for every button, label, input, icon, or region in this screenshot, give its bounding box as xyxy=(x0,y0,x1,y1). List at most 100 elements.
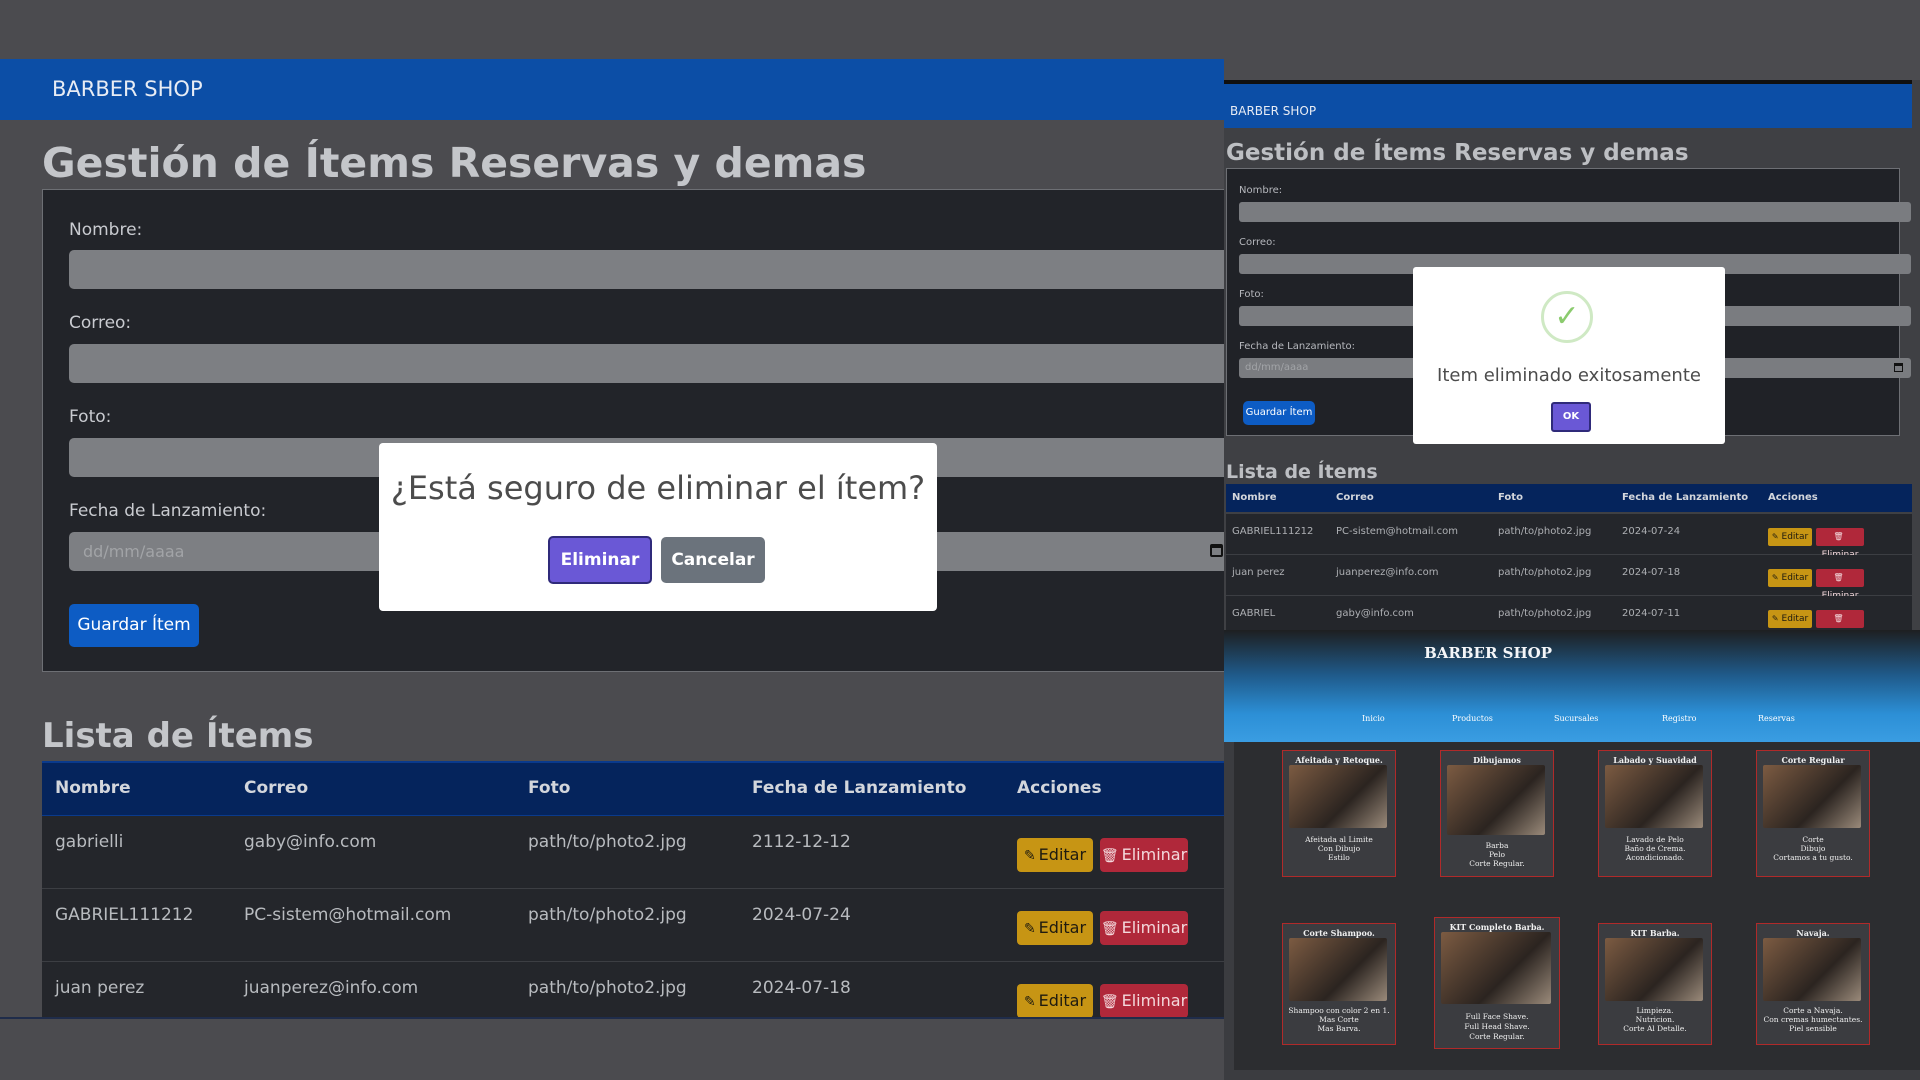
page-title: Gestión de Ítems Reservas y demas xyxy=(42,139,867,187)
cell-photo: path/to/photo2.jpg xyxy=(528,978,687,998)
table-row: juan perez juanperez@info.com path/to/ph… xyxy=(1226,555,1912,601)
col-name: Nombre xyxy=(55,778,131,798)
service-card[interactable]: Afeitada y Retoque. Afeitada al Limite C… xyxy=(1282,750,1396,877)
cell-photo: path/to/photo2.jpg xyxy=(1498,608,1592,619)
email-input[interactable] xyxy=(69,344,1224,383)
cell-name: GABRIEL111212 xyxy=(1232,526,1314,537)
navbar: BARBER SHOP xyxy=(0,59,1224,120)
date-placeholder: dd/mm/aaaa xyxy=(83,542,185,561)
cell-date: 2024-07-18 xyxy=(1622,567,1681,578)
list-title: Lista de Ítems xyxy=(42,716,314,756)
cell-name: GABRIEL111212 xyxy=(55,905,194,925)
cell-photo: path/to/photo2.jpg xyxy=(1498,526,1592,537)
cell-name: juan perez xyxy=(1232,567,1285,578)
cell-date: 2112-12-12 xyxy=(752,832,851,852)
service-card[interactable]: KIT Completo Barba. Full Face Shave. Ful… xyxy=(1434,917,1560,1049)
nav-registro[interactable]: Registro xyxy=(1662,714,1696,723)
pencil-icon: ✎ xyxy=(1023,848,1036,864)
save-item-button[interactable]: Guardar Ítem xyxy=(69,604,199,647)
list-title: Lista de Ítems xyxy=(1226,461,1378,483)
brand-link[interactable]: BARBER SHOP xyxy=(52,77,203,101)
confirm-question: ¿Está seguro de eliminar el ítem? xyxy=(390,469,926,507)
col-photo: Foto xyxy=(1498,492,1523,503)
table-row: GABRIEL111212 PC-sistem@hotmail.com path… xyxy=(42,889,1224,962)
cell-date: 2024-07-18 xyxy=(752,978,851,998)
edit-button[interactable]: ✎ Editar xyxy=(1768,569,1812,587)
service-photo xyxy=(1605,765,1703,828)
service-card[interactable]: Labado y Suavidad Lavado de Pelo Baño de… xyxy=(1598,750,1712,877)
divider xyxy=(0,1017,1224,1019)
save-item-button[interactable]: Guardar Ítem xyxy=(1243,401,1315,425)
trash-icon: 🗑 xyxy=(1833,573,1844,582)
service-photo xyxy=(1605,938,1703,1001)
brand-link[interactable]: BARBER SHOP xyxy=(1230,104,1316,118)
ok-button[interactable]: OK xyxy=(1551,402,1591,432)
success-alert: ✓ Item eliminado exitosamente OK xyxy=(1413,267,1725,444)
cell-email: juanperez@info.com xyxy=(244,978,419,998)
cell-email: PC-sistem@hotmail.com xyxy=(244,905,452,925)
storefront-window: BARBER SHOP Inicio Productos Sucursales … xyxy=(1224,630,1920,1080)
confirm-delete-button[interactable]: Eliminar xyxy=(548,536,652,584)
cell-name: GABRIEL xyxy=(1232,608,1276,619)
table-header: Nombre Correo Foto Fecha de Lanzamiento … xyxy=(1226,484,1912,512)
delete-button[interactable]: 🗑Eliminar xyxy=(1816,569,1864,601)
delete-button[interactable]: 🗑Eliminar xyxy=(1100,838,1188,872)
edit-button[interactable]: ✎ Editar xyxy=(1768,610,1812,628)
col-email: Correo xyxy=(244,778,309,798)
cell-name: juan perez xyxy=(55,978,145,998)
trash-icon: 🗑 xyxy=(1100,994,1119,1010)
nav-inicio[interactable]: Inicio xyxy=(1362,714,1385,723)
service-photo xyxy=(1289,765,1387,828)
date-label: Fecha de Lanzamiento: xyxy=(69,501,267,521)
service-card[interactable]: Dibujamos Barba Pelo Corte Regular. xyxy=(1440,750,1554,877)
nav-reservas[interactable]: Reservas xyxy=(1758,714,1795,723)
calendar-icon[interactable] xyxy=(1210,544,1223,557)
table-row: GABRIEL111212 PC-sistem@hotmail.com path… xyxy=(1226,514,1912,560)
delete-button[interactable]: 🗑Eliminar xyxy=(1100,911,1188,945)
name-label: Nombre: xyxy=(1239,185,1283,196)
name-input[interactable] xyxy=(69,250,1224,289)
email-label: Correo: xyxy=(1239,237,1276,248)
pencil-icon: ✎ xyxy=(1771,532,1779,541)
delete-button[interactable]: 🗑Eliminar xyxy=(1816,528,1864,560)
table-header: Nombre Correo Foto Fecha de Lanzamiento … xyxy=(42,761,1224,817)
col-actions: Acciones xyxy=(1017,778,1102,798)
calendar-icon[interactable] xyxy=(1894,363,1903,372)
cell-email: juanperez@info.com xyxy=(1336,567,1439,578)
service-card[interactable]: Navaja. Corte a Navaja. Con cremas humec… xyxy=(1756,923,1870,1045)
col-photo: Foto xyxy=(528,778,571,798)
cell-email: PC-sistem@hotmail.com xyxy=(1336,526,1458,537)
service-photo xyxy=(1441,932,1551,1004)
trash-icon: 🗑 xyxy=(1100,921,1119,937)
col-name: Nombre xyxy=(1232,492,1277,503)
service-photo xyxy=(1763,765,1861,828)
edit-button[interactable]: ✎ Editar xyxy=(1017,838,1093,872)
edit-button[interactable]: ✎ Editar xyxy=(1017,911,1093,945)
pencil-icon: ✎ xyxy=(1771,614,1779,623)
site-brand: BARBER SHOP xyxy=(1424,644,1552,662)
table-row: gabrielli gaby@info.com path/to/photo2.j… xyxy=(42,816,1224,889)
photo-label: Foto: xyxy=(1239,289,1264,300)
cell-email: gaby@info.com xyxy=(1336,608,1414,619)
edit-button[interactable]: ✎ Editar xyxy=(1768,528,1812,546)
nav-productos[interactable]: Productos xyxy=(1452,714,1493,723)
cancel-button[interactable]: Cancelar xyxy=(661,537,765,583)
service-card[interactable]: KIT Barba. Limpieza. Nutricion. Corte Al… xyxy=(1598,923,1712,1045)
cell-email: gaby@info.com xyxy=(244,832,377,852)
cell-date: 2024-07-11 xyxy=(1622,608,1681,619)
pencil-icon: ✎ xyxy=(1771,573,1779,582)
date-label: Fecha de Lanzamiento: xyxy=(1239,341,1356,352)
service-card[interactable]: Corte Regular Corte Dibujo Cortamos a tu… xyxy=(1756,750,1870,877)
delete-button[interactable]: 🗑Eliminar xyxy=(1100,984,1188,1018)
edit-button[interactable]: ✎ Editar xyxy=(1017,984,1093,1018)
service-card[interactable]: Corte Shampoo. Shampoo con color 2 en 1.… xyxy=(1282,923,1396,1045)
nav-sucursales[interactable]: Sucursales xyxy=(1554,714,1598,723)
date-placeholder: dd/mm/aaaa xyxy=(1245,362,1309,373)
col-date: Fecha de Lanzamiento xyxy=(1622,492,1749,503)
delete-button[interactable]: 🗑Eliminar xyxy=(1816,610,1864,628)
cell-date: 2024-07-24 xyxy=(1622,526,1681,537)
success-check-icon: ✓ xyxy=(1541,291,1593,343)
name-input[interactable] xyxy=(1239,202,1911,222)
table-row: juan perez juanperez@info.com path/to/ph… xyxy=(42,962,1224,1019)
cell-name: gabrielli xyxy=(55,832,124,852)
